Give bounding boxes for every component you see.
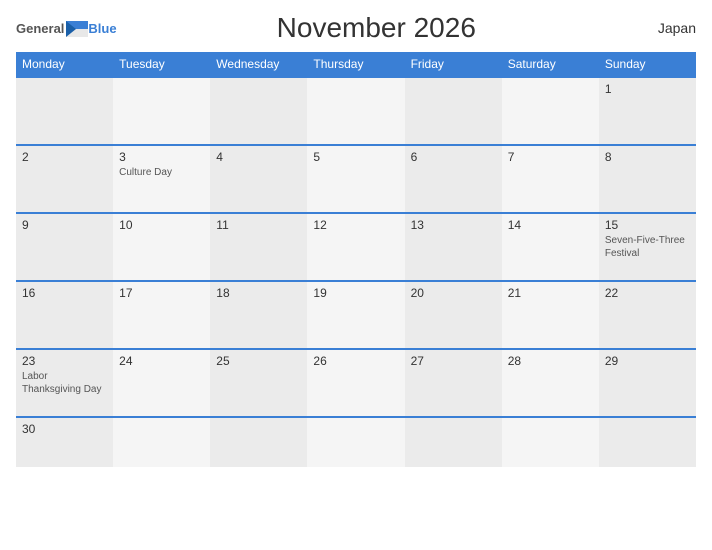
day-cell: 4 [210,145,307,213]
day-number: 8 [605,150,690,164]
day-event: Seven-Five-Three Festival [605,234,690,260]
day-cell: 10 [113,213,210,281]
header-wednesday: Wednesday [210,52,307,77]
day-number: 22 [605,286,690,300]
day-cell [502,77,599,145]
day-number: 5 [313,150,398,164]
day-cell [405,77,502,145]
calendar-container: General Blue November 2026 Japan Monday … [0,0,712,550]
day-number: 12 [313,218,398,232]
day-number: 4 [216,150,301,164]
day-cell: 6 [405,145,502,213]
day-number: 1 [605,82,690,96]
day-cell [210,417,307,467]
day-cell: 16 [16,281,113,349]
logo: General Blue [16,20,117,36]
day-cell: 8 [599,145,696,213]
day-number: 21 [508,286,593,300]
day-event: Labor Thanksgiving Day [22,370,107,396]
day-number: 10 [119,218,204,232]
day-number: 7 [508,150,593,164]
header-monday: Monday [16,52,113,77]
header-thursday: Thursday [307,52,404,77]
header-saturday: Saturday [502,52,599,77]
days-header-row: Monday Tuesday Wednesday Thursday Friday… [16,52,696,77]
day-cell: 22 [599,281,696,349]
day-number: 23 [22,354,107,368]
day-cell [210,77,307,145]
day-number: 9 [22,218,107,232]
day-cell: 11 [210,213,307,281]
day-cell: 9 [16,213,113,281]
day-number: 15 [605,218,690,232]
day-number: 28 [508,354,593,368]
day-cell [307,77,404,145]
day-cell [113,77,210,145]
day-cell: 1 [599,77,696,145]
day-cell: 30 [16,417,113,467]
week-row-1: 1 [16,77,696,145]
logo-general-text: General [16,21,64,36]
day-number: 30 [22,422,107,436]
day-cell: 26 [307,349,404,417]
day-cell: 21 [502,281,599,349]
day-number: 24 [119,354,204,368]
day-cell: 25 [210,349,307,417]
calendar-header: General Blue November 2026 Japan [16,12,696,44]
header-friday: Friday [405,52,502,77]
day-cell: 27 [405,349,502,417]
day-event: Culture Day [119,166,204,179]
day-cell [405,417,502,467]
month-title: November 2026 [117,12,636,44]
day-cell: 28 [502,349,599,417]
day-cell: 23 Labor Thanksgiving Day [16,349,113,417]
day-cell: 3 Culture Day [113,145,210,213]
day-number: 18 [216,286,301,300]
day-number: 16 [22,286,107,300]
day-number: 25 [216,354,301,368]
day-number: 26 [313,354,398,368]
day-cell: 18 [210,281,307,349]
day-cell: 12 [307,213,404,281]
day-cell [113,417,210,467]
day-number: 20 [411,286,496,300]
day-cell: 13 [405,213,502,281]
day-number: 3 [119,150,204,164]
logo-flag-icon [66,21,88,37]
week-row-4: 16 17 18 19 20 21 22 [16,281,696,349]
day-cell: 15 Seven-Five-Three Festival [599,213,696,281]
day-cell: 20 [405,281,502,349]
day-number: 27 [411,354,496,368]
day-number: 2 [22,150,107,164]
week-row-5: 23 Labor Thanksgiving Day 24 25 26 27 28 29 [16,349,696,417]
day-cell [16,77,113,145]
day-number: 19 [313,286,398,300]
day-number: 14 [508,218,593,232]
day-cell: 5 [307,145,404,213]
week-row-2: 23 Culture Day 45678 [16,145,696,213]
day-number: 13 [411,218,496,232]
week-row-6: 30 [16,417,696,467]
day-number: 11 [216,218,301,232]
calendar-table: Monday Tuesday Wednesday Thursday Friday… [16,52,696,467]
week-row-3: 9 10 11 12 13 14 15 Seven-Five-Three Festival [16,213,696,281]
day-cell: 29 [599,349,696,417]
country-name: Japan [636,20,696,36]
header-sunday: Sunday [599,52,696,77]
day-cell: 24 [113,349,210,417]
day-cell: 14 [502,213,599,281]
day-cell: 2 [16,145,113,213]
logo-blue-text: Blue [88,21,116,36]
day-number: 17 [119,286,204,300]
day-cell: 7 [502,145,599,213]
day-cell [307,417,404,467]
day-number: 6 [411,150,496,164]
header-tuesday: Tuesday [113,52,210,77]
day-cell: 17 [113,281,210,349]
day-number: 29 [605,354,690,368]
day-cell [599,417,696,467]
day-cell [502,417,599,467]
day-cell: 19 [307,281,404,349]
